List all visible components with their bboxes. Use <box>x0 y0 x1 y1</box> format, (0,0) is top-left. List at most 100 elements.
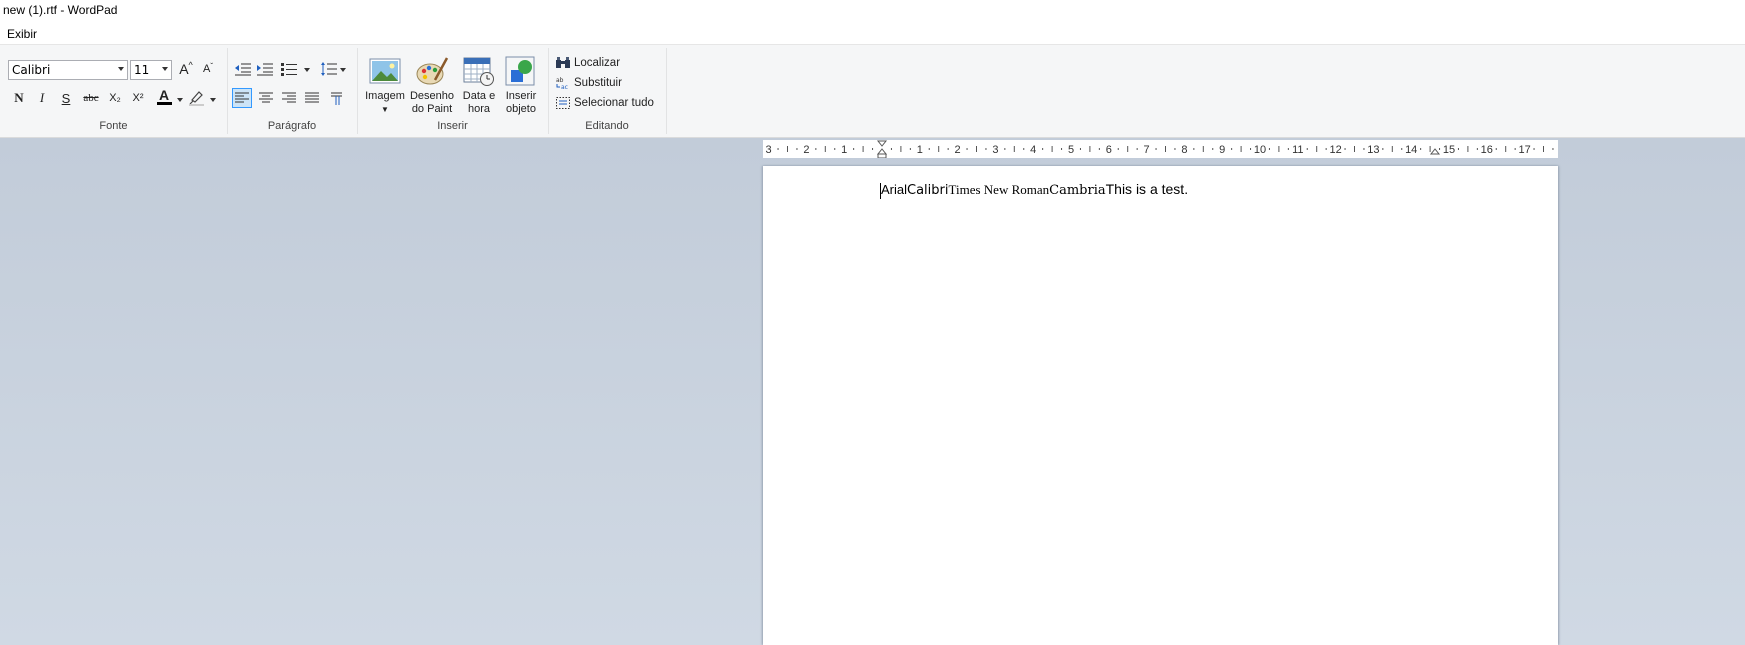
ruler[interactable]: 3 2 1 1 2 3 4 5 6 7 8 9 10 11 12 13 14 15 16 17 <box>763 140 1558 158</box>
date-time-label-2: hora <box>467 103 491 115</box>
indent-marker-icon[interactable] <box>876 140 888 158</box>
text-color-button[interactable]: A <box>154 87 174 107</box>
document-text[interactable]: ArialCalibriTimes New RomanCambriaThis i… <box>881 181 1188 198</box>
chevron-down-icon[interactable] <box>177 98 183 102</box>
align-right-icon <box>282 92 296 103</box>
bold-button[interactable]: N <box>9 88 29 108</box>
menu-bar: Exibir <box>0 22 1745 45</box>
align-center-button[interactable] <box>256 88 276 108</box>
ruler-number: 1 <box>917 144 923 156</box>
paragraph-group: Parágrafo <box>227 48 358 134</box>
chevron-down-icon[interactable] <box>340 68 346 72</box>
font-name-value: Calibri <box>12 63 51 77</box>
ruler-number: 3 <box>992 144 998 156</box>
subscript-button[interactable]: X₂ <box>105 88 125 108</box>
subscript-icon: X₂ <box>109 92 121 104</box>
text-run: Arial <box>881 182 908 197</box>
right-indent-marker-icon[interactable] <box>1429 148 1441 155</box>
ruler-number: 4 <box>1030 144 1036 156</box>
insert-group-label: Inserir <box>437 120 468 132</box>
insert-object-label-1: Inserir <box>505 90 537 102</box>
paint-label-1: Desenho <box>409 90 455 102</box>
ruler-number: 14 <box>1405 144 1417 156</box>
paint-drawing-button[interactable]: Desenho do Paint <box>410 54 454 118</box>
highlight-button[interactable] <box>187 87 207 107</box>
select-all-button[interactable]: Selecionar tudo <box>556 94 654 112</box>
insert-object-button[interactable]: Inserir objeto <box>499 54 543 118</box>
text-run: This is a test. <box>1105 181 1189 197</box>
replace-label: Substituir <box>574 77 622 89</box>
date-time-label-1: Data e <box>462 90 496 102</box>
chevron-down-icon[interactable] <box>304 68 310 72</box>
image-icon <box>369 58 401 84</box>
paint-palette-icon <box>416 57 449 85</box>
text-run: Times New Roman <box>948 182 1050 197</box>
highlighter-icon <box>189 91 204 106</box>
ribbon: Calibri 11 A ^ Aˇ N I S abc X₂ X² A Font… <box>0 45 1745 138</box>
binoculars-icon <box>556 57 570 68</box>
font-size-value: 11 <box>134 63 150 77</box>
find-button[interactable]: Localizar <box>556 54 620 72</box>
superscript-icon: X² <box>132 92 144 104</box>
bullet-list-button[interactable] <box>279 59 299 79</box>
line-spacing-icon <box>321 62 337 76</box>
superscript-button[interactable]: X² <box>128 88 148 108</box>
grow-font-button[interactable]: A ^ <box>176 59 196 79</box>
ruler-number: 10 <box>1254 144 1266 156</box>
font-size-select[interactable]: 11 <box>130 60 172 80</box>
underline-button[interactable]: S <box>56 88 76 108</box>
ruler-number: 3 <box>766 144 772 156</box>
replace-icon: ab ac <box>556 77 568 90</box>
line-spacing-button[interactable] <box>319 59 339 79</box>
shrink-font-button[interactable]: Aˇ <box>198 59 218 79</box>
chevron-down-icon <box>162 67 168 71</box>
ruler-number: 9 <box>1219 144 1225 156</box>
bullet-list-icon <box>281 63 297 76</box>
paragraph-button[interactable] <box>325 88 345 108</box>
paint-label-2: do Paint <box>411 103 453 115</box>
ruler-number: 7 <box>1144 144 1150 156</box>
ruler-scale: 3 2 1 1 2 3 4 5 6 7 8 9 10 11 12 13 14 15 16 17 <box>766 140 1554 158</box>
insert-object-label-2: objeto <box>506 103 536 115</box>
title-bar: new (1).rtf - WordPad <box>0 0 1745 22</box>
menu-view[interactable]: Exibir <box>7 27 37 41</box>
calendar-clock-icon <box>463 57 494 86</box>
shrink-font-icon: A <box>202 63 211 75</box>
align-left-button[interactable] <box>232 88 252 108</box>
ruler-number: 1 <box>841 144 847 156</box>
select-all-label: Selecionar tudo <box>574 97 654 109</box>
italic-button[interactable]: I <box>32 88 52 108</box>
justify-icon <box>305 92 319 103</box>
strikethrough-icon: abc <box>83 92 99 104</box>
ruler-number: 15 <box>1443 144 1455 156</box>
ruler-number: 5 <box>1068 144 1074 156</box>
window-title: new (1).rtf - WordPad <box>3 3 118 17</box>
svg-text:ab: ab <box>556 77 564 84</box>
insert-group: Imagem ▼ Desenho do Paint Data e hora In… <box>357 48 549 134</box>
insert-image-button[interactable]: Imagem ▼ <box>363 54 407 118</box>
editing-group-label: Editando <box>585 120 629 132</box>
increase-indent-button[interactable] <box>255 59 275 79</box>
align-right-button[interactable] <box>279 88 299 108</box>
ruler-number: 8 <box>1181 144 1187 156</box>
font-group: Calibri 11 A ^ Aˇ N I S abc X₂ X² A Font… <box>0 48 228 134</box>
insert-image-label: Imagem <box>365 90 405 102</box>
text-color-icon: A <box>158 87 170 103</box>
ruler-number: 17 <box>1518 144 1530 156</box>
increase-indent-icon <box>257 63 273 76</box>
editing-group: Localizar ab ac Substituir Selecionar tu… <box>548 48 667 134</box>
strikethrough-button[interactable]: abc <box>80 88 102 108</box>
ruler-number: 11 <box>1292 144 1303 156</box>
replace-button[interactable]: ab ac Substituir <box>556 74 622 92</box>
font-name-select[interactable]: Calibri <box>8 60 128 80</box>
document-page[interactable]: ArialCalibriTimes New RomanCambriaThis i… <box>763 166 1558 645</box>
grow-font-icon: A <box>179 61 189 77</box>
ruler-number: 6 <box>1106 144 1112 156</box>
underline-icon: S <box>61 90 71 106</box>
justify-button[interactable] <box>302 88 322 108</box>
italic-icon: I <box>39 90 45 105</box>
object-icon <box>505 56 535 86</box>
ruler-number: 2 <box>803 144 809 156</box>
chevron-down-icon[interactable] <box>210 98 216 102</box>
decrease-indent-button[interactable] <box>233 59 253 79</box>
